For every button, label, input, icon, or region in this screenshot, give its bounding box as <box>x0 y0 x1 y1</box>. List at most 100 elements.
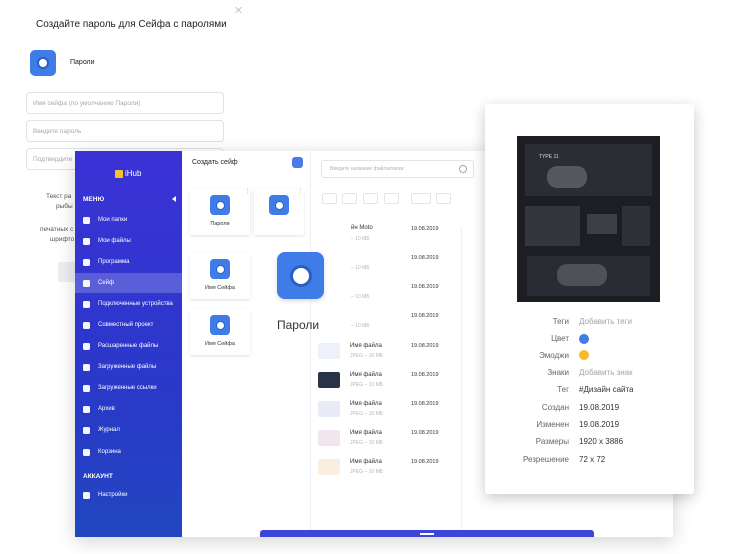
detail-key: Резрешение <box>522 455 569 464</box>
view-list-button[interactable] <box>342 193 357 204</box>
add-safe-button[interactable] <box>292 157 303 168</box>
safe-title: Пароли <box>277 318 320 332</box>
view-grid-button[interactable] <box>322 193 337 204</box>
safe-card[interactable]: Пароли <box>190 189 250 235</box>
preview-block <box>622 206 650 246</box>
more-icon[interactable]: ⋮ <box>244 187 251 195</box>
file-date: 19.08.2019 <box>411 313 439 319</box>
safe-icon <box>210 315 230 335</box>
file-date: 19.08.2019 <box>411 372 439 378</box>
sidebar-item-folders[interactable]: Мои папки <box>75 210 182 230</box>
file-meta: – 10 МБ <box>351 265 370 271</box>
safe-card-label: Пароли <box>210 221 230 227</box>
sidebar-item-label: Мои папки <box>98 217 128 223</box>
file-date: 19.08.2019 <box>411 401 439 407</box>
file-date: 19.08.2019 <box>411 226 439 232</box>
sort-dropdown[interactable] <box>411 193 431 204</box>
sidebar-item-label: Программа <box>98 259 130 265</box>
detail-key: Эмоджи <box>539 351 569 360</box>
monitor-icon <box>83 300 90 308</box>
close-icon[interactable]: ✕ <box>234 4 243 17</box>
preview-title: TYPE 11 <box>539 154 559 160</box>
dialog-text-line: рыбы <box>56 203 73 210</box>
sidebar-item-archive[interactable]: Архив <box>75 399 182 419</box>
safes-column: Создать сейф Пароли ⋮ ⋮ Имя Сейфа Имя Се… <box>182 151 311 537</box>
preview-image: TYPE 11 <box>517 136 660 302</box>
detail-value: #Дизайн сайта <box>579 385 634 394</box>
detail-value: 19.08.2019 <box>579 403 620 412</box>
sidebar-item-shared-files[interactable]: Расшаренные файлы <box>75 336 182 356</box>
add-tags-link[interactable]: Добавить теги <box>579 317 632 326</box>
team-icon <box>83 321 90 329</box>
safe-icon <box>30 50 56 76</box>
sidebar-item-settings[interactable]: Настройки <box>75 485 182 505</box>
file-thumbnail <box>318 459 340 475</box>
file-name: Имя файла <box>350 459 382 465</box>
view-columns-button[interactable] <box>384 193 399 204</box>
file-thumbnail <box>318 401 340 417</box>
detail-key: Теги <box>552 317 569 326</box>
search-icon[interactable] <box>459 165 467 173</box>
sidebar-item-label: Расшаренные файлы <box>98 343 159 349</box>
password-input[interactable]: Введите пароль <box>26 120 224 142</box>
sidebar-item-label: Настройки <box>98 492 128 498</box>
file-name: Имя файла <box>350 401 382 407</box>
divider <box>461 227 462 537</box>
sidebar-item-label: Сейф <box>98 280 114 286</box>
file-meta: JPEG – 10 МБ <box>350 411 384 417</box>
sidebar-item-devices[interactable]: Подключенные устройства <box>75 294 182 314</box>
file-name: Имя файла <box>350 430 382 436</box>
sidebar-item-label: Архив <box>98 406 115 412</box>
logo-icon <box>115 169 123 178</box>
archive-icon <box>83 405 90 413</box>
file-meta: – 10 МБ <box>351 323 370 329</box>
logo-text: iHub <box>125 169 142 178</box>
detail-key: Знаки <box>547 368 569 377</box>
detail-key: Цвет <box>551 334 569 343</box>
filter-button[interactable] <box>436 193 451 204</box>
file-meta: – 10 МБ <box>351 294 370 300</box>
safe-card[interactable]: Имя Сейфа <box>190 309 250 355</box>
sidebar-item-uploaded-links[interactable]: Загруженные ссылки <box>75 378 182 398</box>
sidebar-item-program[interactable]: Программа <box>75 252 182 272</box>
color-dot[interactable] <box>579 334 589 344</box>
detail-key: Размеры <box>535 437 569 446</box>
sidebar-item-shared-project[interactable]: Совместный проект <box>75 315 182 335</box>
view-cards-button[interactable] <box>363 193 378 204</box>
safe-card[interactable]: Имя Сейфа <box>190 253 250 299</box>
sidebar-item-uploaded-files[interactable]: Загруженные файлы <box>75 357 182 377</box>
share-icon <box>83 342 90 350</box>
file-meta: JPEG – 10 МБ <box>350 382 384 388</box>
safe-name: Пароли <box>70 59 95 66</box>
file-date: 19.08.2019 <box>411 430 439 436</box>
sidebar-item-files[interactable]: Мои файлы <box>75 231 182 251</box>
bottom-bar[interactable] <box>260 530 594 537</box>
file-name: Имя файла <box>350 372 382 378</box>
sidebar-item-label: Журнал <box>98 427 120 433</box>
file-meta: JPEG – 10 МБ <box>350 440 384 446</box>
file-meta: JPEG – 10 МБ <box>350 469 384 475</box>
collapse-icon[interactable] <box>172 196 176 202</box>
sidebar-item-label: Мои файлы <box>98 238 131 244</box>
detail-value: 19.08.2019 <box>579 420 620 429</box>
dialog-text-line: печатных с <box>40 226 74 233</box>
file-date: 19.08.2019 <box>411 459 439 465</box>
add-sign-link[interactable]: Добавить знак <box>579 368 633 377</box>
sidebar-item-safe[interactable]: Сейф <box>75 273 182 293</box>
file-meta: – 10 МБ <box>351 236 370 242</box>
sidebar-item-trash[interactable]: Корзина <box>75 442 182 462</box>
search-input[interactable]: Введите название файла/папки <box>321 160 474 178</box>
dialog-title: Создайте пароль для Сейфа с паролями <box>36 19 227 30</box>
menu-title: МЕНЮ <box>83 196 105 203</box>
link-icon <box>83 384 90 392</box>
safe-name-input[interactable]: Имя сейфа (по умолчанию Пароли) <box>26 92 224 114</box>
sidebar-item-journal[interactable]: Журнал <box>75 420 182 440</box>
sidebar-item-label: Загруженные ссылки <box>98 385 157 391</box>
safe-card[interactable] <box>254 189 304 235</box>
sidebar: iHub МЕНЮ Мои папки Мои файлы Программа … <box>75 151 182 537</box>
safe-icon <box>83 279 90 287</box>
more-icon[interactable]: ⋮ <box>297 187 304 195</box>
safe-icon <box>210 195 230 215</box>
motorcycle-graphic <box>557 264 607 286</box>
emoji-icon[interactable] <box>579 350 589 360</box>
